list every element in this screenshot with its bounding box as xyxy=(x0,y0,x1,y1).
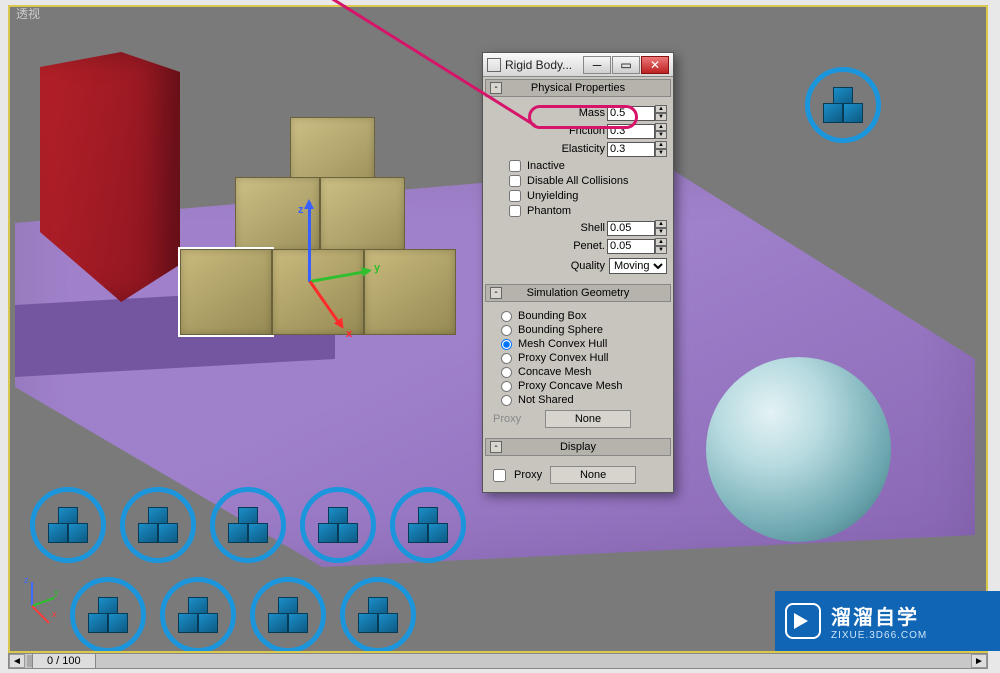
annotation-marker xyxy=(210,487,286,563)
proxy-label: Proxy xyxy=(493,413,537,425)
elasticity-label: Elasticity xyxy=(562,143,605,155)
inactive-checkbox[interactable] xyxy=(509,160,521,172)
spinner-down-icon[interactable]: ▼ xyxy=(655,131,667,139)
play-icon xyxy=(785,603,821,639)
annotation-marker xyxy=(250,577,326,651)
section-title: Simulation Geometry xyxy=(527,287,630,299)
axis-x-label: x xyxy=(346,328,352,340)
elasticity-input[interactable] xyxy=(607,142,655,157)
section-title: Display xyxy=(560,441,596,453)
axis-y[interactable] xyxy=(310,270,370,283)
proxy-convex-radio[interactable] xyxy=(501,353,512,364)
section-simgeo-header[interactable]: - Simulation Geometry xyxy=(485,284,671,302)
collapse-icon[interactable]: - xyxy=(490,82,502,94)
spinner-up-icon[interactable]: ▲ xyxy=(655,141,667,149)
bounding-sphere-label: Bounding Sphere xyxy=(518,324,603,336)
annotation-marker xyxy=(340,577,416,651)
concave-mesh-label: Concave Mesh xyxy=(518,366,591,378)
horizontal-scrollbar[interactable]: ◄ ► xyxy=(8,653,988,669)
axis-y-label: y xyxy=(374,262,380,274)
spinner-down-icon[interactable]: ▼ xyxy=(655,113,667,121)
section-display-header[interactable]: - Display xyxy=(485,438,671,456)
display-proxy-label: Proxy xyxy=(514,469,542,481)
penet-spinner[interactable]: ▲▼ xyxy=(607,238,667,254)
penet-input[interactable] xyxy=(607,239,655,254)
bounding-box-radio[interactable] xyxy=(501,311,512,322)
not-shared-label: Not Shared xyxy=(518,394,574,406)
annotation-highlight xyxy=(528,105,638,129)
collapse-icon[interactable]: - xyxy=(490,287,502,299)
annotation-marker xyxy=(120,487,196,563)
spinner-down-icon[interactable]: ▼ xyxy=(655,149,667,157)
quality-select[interactable]: Moving xyxy=(609,258,667,274)
spinner-down-icon[interactable]: ▼ xyxy=(655,246,667,254)
world-axis-indicator: zyx xyxy=(24,571,68,615)
spinner-up-icon[interactable]: ▲ xyxy=(655,123,667,131)
quality-label: Quality xyxy=(571,260,605,272)
annotation-marker xyxy=(300,487,376,563)
app-icon xyxy=(487,58,501,72)
spinner-up-icon[interactable]: ▲ xyxy=(655,238,667,246)
bounding-box-label: Bounding Box xyxy=(518,310,587,322)
disable-collisions-label: Disable All Collisions xyxy=(527,175,629,187)
section-simgeo-body: Bounding Box Bounding Sphere Mesh Convex… xyxy=(483,304,673,436)
spinner-up-icon[interactable]: ▲ xyxy=(655,105,667,113)
phantom-label: Phantom xyxy=(527,205,571,217)
section-physical-header[interactable]: - Physical Properties xyxy=(485,79,671,97)
not-shared-radio[interactable] xyxy=(501,395,512,406)
display-proxy-button[interactable]: None xyxy=(550,466,636,484)
dialog-titlebar[interactable]: Rigid Body... ─ ▭ ✕ xyxy=(483,53,673,77)
concave-mesh-radio[interactable] xyxy=(501,367,512,378)
disable-collisions-checkbox[interactable] xyxy=(509,175,521,187)
unyielding-label: Unyielding xyxy=(527,190,578,202)
watermark-badge: 溜溜自学 ZIXUE.3D66.COM xyxy=(775,591,1000,651)
shell-label: Shell xyxy=(581,222,605,234)
maximize-button[interactable]: ▭ xyxy=(612,56,640,74)
annotation-marker xyxy=(805,67,881,143)
watermark-brand: 溜溜自学 xyxy=(831,601,927,630)
spinner-down-icon[interactable]: ▼ xyxy=(655,228,667,236)
bounding-sphere-radio[interactable] xyxy=(501,325,512,336)
section-display-body: Proxy None xyxy=(483,458,673,492)
collapse-icon[interactable]: - xyxy=(490,441,502,453)
annotation-marker xyxy=(70,577,146,651)
mesh-convex-label: Mesh Convex Hull xyxy=(518,338,607,350)
shell-input[interactable] xyxy=(607,221,655,236)
axis-z-label: z xyxy=(298,204,304,216)
unyielding-checkbox[interactable] xyxy=(509,190,521,202)
proxy-concave-label: Proxy Concave Mesh xyxy=(518,380,623,392)
transform-gizmo[interactable]: z y x xyxy=(258,202,378,342)
shell-spinner[interactable]: ▲▼ xyxy=(607,220,667,236)
minimize-button[interactable]: ─ xyxy=(583,56,611,74)
mesh-convex-radio[interactable] xyxy=(501,339,512,350)
annotation-marker xyxy=(160,577,236,651)
spinner-up-icon[interactable]: ▲ xyxy=(655,220,667,228)
sphere-object[interactable] xyxy=(706,357,891,542)
proxy-none-button[interactable]: None xyxy=(545,410,631,428)
frame-display: 0 / 100 xyxy=(32,653,96,669)
close-button[interactable]: ✕ xyxy=(641,56,669,74)
penet-label: Penet. xyxy=(573,240,605,252)
axis-x[interactable] xyxy=(309,281,343,328)
display-proxy-checkbox[interactable] xyxy=(493,469,506,482)
section-title: Physical Properties xyxy=(531,82,625,94)
annotation-marker xyxy=(390,487,466,563)
dialog-title: Rigid Body... xyxy=(505,58,582,72)
scroll-left-icon[interactable]: ◄ xyxy=(9,654,25,668)
watermark-url: ZIXUE.3D66.COM xyxy=(831,630,927,641)
axis-z[interactable] xyxy=(308,202,311,282)
elasticity-spinner[interactable]: ▲▼ xyxy=(607,141,667,157)
scroll-right-icon[interactable]: ► xyxy=(971,654,987,668)
proxy-convex-label: Proxy Convex Hull xyxy=(518,352,608,364)
phantom-checkbox[interactable] xyxy=(509,205,521,217)
proxy-concave-radio[interactable] xyxy=(501,381,512,392)
inactive-label: Inactive xyxy=(527,160,565,172)
annotation-marker xyxy=(30,487,106,563)
